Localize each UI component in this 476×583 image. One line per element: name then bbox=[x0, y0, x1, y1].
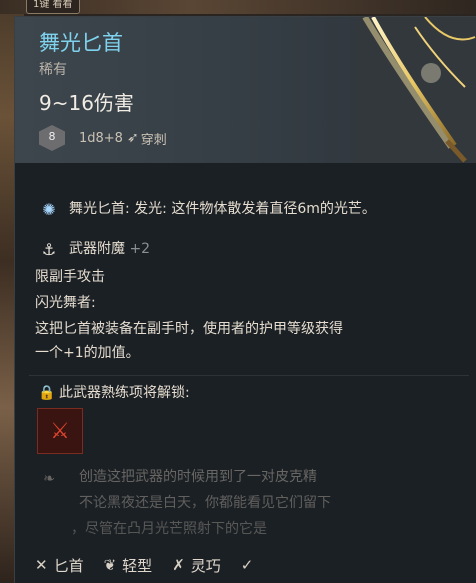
item-rarity: 稀有 bbox=[39, 62, 67, 78]
item-damage: 9~16伤害 bbox=[39, 91, 134, 115]
tooltip-body: ✺ 舞光匕首: 发光: 这件物体散发着直径6m的光芒。 ⚓ 武器附魔 +2 限副… bbox=[15, 163, 476, 583]
enchant-icon: ⚓ bbox=[41, 239, 57, 259]
enchant-line-3: 这把匕首被装备在副手时，使用者的护甲等级获得 bbox=[35, 321, 343, 337]
lore-icon: ❧ bbox=[43, 471, 55, 487]
effect-glow-text: 舞光匕首: 发光: 这件物体散发着直径6m的光芒。 bbox=[69, 201, 376, 217]
divider bbox=[29, 375, 469, 376]
finesse-icon: ✗ bbox=[172, 556, 185, 574]
lore-line-3: ，尽管在凸月光芒照射下的它是 bbox=[71, 521, 267, 537]
enchant-line-2: 闪光舞者: bbox=[35, 295, 96, 311]
property-more[interactable]: ✓ bbox=[241, 556, 260, 574]
mastery-action-icon[interactable]: ⚔ bbox=[37, 408, 83, 454]
weapon-properties: ✕ 匕首 ❦ 轻型 ✗ 灵巧 ✓ bbox=[15, 547, 476, 583]
dagger-artwork bbox=[355, 17, 476, 163]
enchant-line-4: 一个+1的加值。 bbox=[35, 345, 140, 361]
enchant-row: 武器附魔 +2 bbox=[69, 239, 150, 259]
lore-line-1: 创造这把武器的时候用到了一对皮克精 bbox=[79, 469, 317, 485]
damage-detail-row: 8 1d8+8 ➶ 穿刺 bbox=[39, 123, 167, 153]
mastery-title: 此武器熟练项将解锁: bbox=[59, 385, 190, 401]
property-finesse[interactable]: ✗ 灵巧 bbox=[172, 555, 221, 576]
enchant-title: 武器附魔 bbox=[69, 241, 125, 257]
property-dagger-label: 匕首 bbox=[53, 556, 84, 575]
item-tooltip: 舞光匕首 稀有 9~16伤害 8 1d8+8 ➶ 穿刺 ✺ 舞光匕首: 发光: … bbox=[14, 16, 476, 583]
enchant-line-1: 限副手攻击 bbox=[35, 269, 105, 285]
damage-dice: 1d8+8 bbox=[79, 130, 123, 146]
lore-line-2: 不论黑夜还是白天，你都能看见它们留下 bbox=[79, 495, 331, 511]
property-light[interactable]: ❦ 轻型 bbox=[104, 555, 153, 576]
d8-die-icon: 8 bbox=[39, 125, 65, 151]
tooltip-header: 舞光匕首 稀有 9~16伤害 8 1d8+8 ➶ 穿刺 bbox=[15, 17, 476, 163]
property-light-label: 轻型 bbox=[122, 556, 153, 575]
item-name: 舞光匕首 bbox=[39, 31, 123, 55]
property-dagger[interactable]: ✕ 匕首 bbox=[35, 555, 84, 576]
damage-type: 穿刺 bbox=[140, 132, 167, 148]
feather-icon: ❦ bbox=[103, 556, 117, 574]
enchant-value: +2 bbox=[129, 241, 151, 257]
hotkey-tag: 1键 看看 bbox=[26, 0, 80, 14]
dagger-icon: ✕ bbox=[35, 556, 48, 574]
unlock-icon: 🔒 bbox=[38, 385, 56, 401]
glow-icon: ✺ bbox=[42, 199, 56, 219]
piercing-icon: ➶ bbox=[126, 130, 139, 146]
more-property-icon: ✓ bbox=[240, 556, 254, 574]
die-value: 8 bbox=[48, 130, 56, 143]
property-finesse-label: 灵巧 bbox=[190, 556, 221, 575]
